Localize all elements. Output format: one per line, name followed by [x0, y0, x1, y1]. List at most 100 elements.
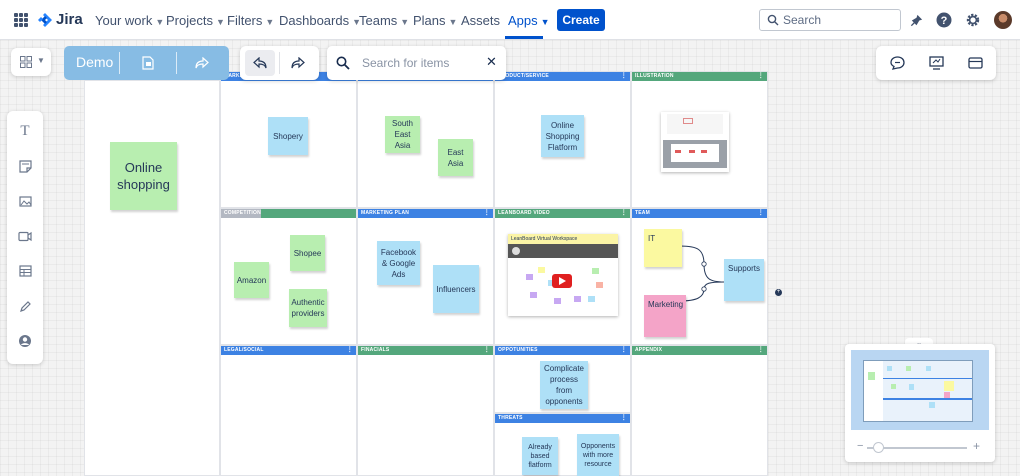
layout-button[interactable]: [960, 50, 990, 76]
more-icon[interactable]: ⋮: [621, 414, 627, 423]
cell-header-label: OPPOTUNITIES: [498, 347, 538, 353]
svg-text:?: ?: [941, 15, 948, 27]
person-tool-icon[interactable]: [13, 329, 37, 353]
close-icon[interactable]: ✕: [486, 54, 497, 70]
comments-button[interactable]: [882, 50, 912, 76]
nav-teams[interactable]: Teams ▼: [359, 13, 409, 28]
more-icon[interactable]: ⋮: [347, 346, 353, 355]
zoom-slider-knob[interactable]: [873, 442, 884, 453]
cell-appendix[interactable]: APPENDIX ⋮: [631, 345, 768, 476]
board-file-button[interactable]: [132, 53, 164, 73]
more-icon[interactable]: ⋮: [758, 346, 764, 355]
redo-button[interactable]: [283, 50, 313, 76]
sticky-note-tool-icon[interactable]: [13, 154, 37, 178]
notifications-icon[interactable]: [907, 11, 925, 29]
sticky-note[interactable]: Shopee: [290, 235, 325, 271]
sticky-note[interactable]: Shopery: [268, 117, 308, 155]
presentation-button[interactable]: [921, 50, 951, 76]
more-icon[interactable]: ⋮: [621, 346, 627, 355]
sticky-note[interactable]: Already based flatform: [522, 437, 558, 475]
video-tool-icon[interactable]: [13, 224, 37, 248]
zoom-in-icon[interactable]: +: [973, 439, 980, 453]
sticky-note[interactable]: Supports: [724, 259, 764, 301]
cell-header: FINACIALS ⋮: [358, 346, 493, 355]
cell-opportunities[interactable]: OPPOTUNITIES ⋮ Complicate process from op…: [494, 345, 631, 413]
undo-button[interactable]: [245, 50, 275, 76]
sticky-note[interactable]: Facebook & Google Ads: [377, 241, 420, 285]
zoom-out-icon[interactable]: −: [857, 440, 863, 452]
main-sticky-note[interactable]: Online shopping: [110, 142, 177, 210]
presentation-icon: [928, 56, 944, 70]
cell-header-accent: [261, 209, 356, 218]
nav-projects[interactable]: Projects ▼: [166, 13, 225, 28]
cell-header-label: LEGAL/SOCIAL: [224, 347, 264, 353]
nav-filters[interactable]: Filters ▼: [227, 13, 274, 28]
avatar[interactable]: [994, 11, 1012, 29]
nav-dashboards[interactable]: Dashboards ▼: [279, 13, 361, 28]
cell-legal-social[interactable]: LEGAL/SOCIAL ⋮: [220, 345, 357, 476]
help-icon[interactable]: ?: [935, 11, 953, 29]
jira-logo[interactable]: Jira: [37, 11, 83, 28]
more-icon[interactable]: ⋮: [621, 209, 627, 218]
thumbnail-panel: [671, 144, 719, 162]
cell-header-label: FINACIALS: [361, 347, 390, 353]
more-icon[interactable]: ⋮: [621, 72, 627, 81]
cell-header-label: COMPETITIONS: [224, 210, 265, 216]
cell-leanboard-video[interactable]: LEANBOARD VIDEO ⋮ LeanBoard Virtual Works…: [494, 208, 631, 345]
sticky-note[interactable]: Amazon: [234, 262, 269, 298]
settings-icon[interactable]: [964, 11, 982, 29]
cell-region[interactable]: ⋮ South East Asia East Asia: [357, 71, 494, 208]
sticky-note[interactable]: Online Shopping Flatform: [541, 115, 584, 157]
illustration-thumbnail[interactable]: [661, 112, 729, 172]
app-switcher-icon[interactable]: [14, 13, 28, 27]
board-search-input[interactable]: [362, 56, 482, 70]
cell-market[interactable]: MARKET⋮ Shopery: [220, 71, 357, 208]
mini-note: [530, 292, 537, 298]
text-tool-icon[interactable]: T: [13, 119, 37, 143]
more-icon[interactable]: ⋮: [484, 346, 490, 355]
table-tool-icon[interactable]: [13, 259, 37, 283]
sticky-note[interactable]: Marketing: [644, 295, 686, 337]
cell-marketing-plan[interactable]: MARKETING PLAN ⋮ Facebook & Google Ads In…: [357, 208, 494, 345]
play-icon[interactable]: [552, 274, 572, 288]
cell-product-service[interactable]: PRODUCT/SERVICE ⋮ Online Shopping Flatfor…: [494, 71, 631, 208]
cell-team[interactable]: TEAM ⋮ IT Marketing Supports: [631, 208, 768, 345]
chevron-down-icon: ▼: [400, 17, 410, 27]
cell-financials[interactable]: FINACIALS ⋮: [357, 345, 494, 476]
video-embed[interactable]: LeanBoard Virtual Workspace: [508, 234, 618, 316]
sticky-note[interactable]: Opponents with more resource: [577, 434, 619, 476]
minimap-viewport[interactable]: [851, 350, 989, 430]
sticky-note[interactable]: Complicate process from opponents: [540, 361, 588, 409]
search-input[interactable]: [783, 13, 893, 27]
cell-threats[interactable]: THREATS ⋮ Already based flatform Opponent…: [494, 413, 631, 476]
board-search[interactable]: ✕: [327, 46, 506, 80]
sticky-note[interactable]: Influencers: [433, 265, 479, 313]
cell-competitions[interactable]: COMPETITIONS⋮ Shopee Amazon Authentic pr…: [220, 208, 357, 345]
image-tool-icon[interactable]: [13, 189, 37, 213]
minimap-panel: − +: [845, 344, 995, 462]
more-icon[interactable]: ⋮: [758, 72, 764, 81]
sticky-note[interactable]: IT: [644, 229, 682, 267]
mini-note: [554, 298, 561, 304]
sticky-note[interactable]: East Asia: [438, 139, 473, 176]
separator: [176, 52, 177, 74]
nav-assets[interactable]: Assets: [461, 13, 500, 28]
create-button[interactable]: Create: [557, 9, 605, 31]
nav-label: Plans: [413, 13, 446, 28]
global-search[interactable]: [759, 9, 901, 31]
cell-header-label: MARKETING PLAN: [361, 210, 410, 216]
undo-redo-toolbar: [240, 46, 319, 80]
cell-illustration[interactable]: ILLUSTRATION ⋮: [631, 71, 768, 208]
view-switcher-button[interactable]: ▼: [11, 48, 51, 76]
nav-plans[interactable]: Plans ▼: [413, 13, 457, 28]
share-button[interactable]: [186, 53, 218, 73]
nav-your-work[interactable]: Your work ▼: [95, 13, 164, 28]
add-column-icon[interactable]: +: [775, 289, 782, 296]
nav-apps[interactable]: Apps ▼: [508, 13, 550, 28]
board-name[interactable]: Demo: [76, 54, 113, 70]
sticky-note[interactable]: South East Asia: [385, 116, 420, 153]
video-title: LeanBoard Virtual Workspace: [508, 234, 618, 244]
sticky-note[interactable]: Authentic providers: [289, 289, 327, 327]
more-icon[interactable]: ⋮: [484, 209, 490, 218]
pen-tool-icon[interactable]: [13, 294, 37, 318]
